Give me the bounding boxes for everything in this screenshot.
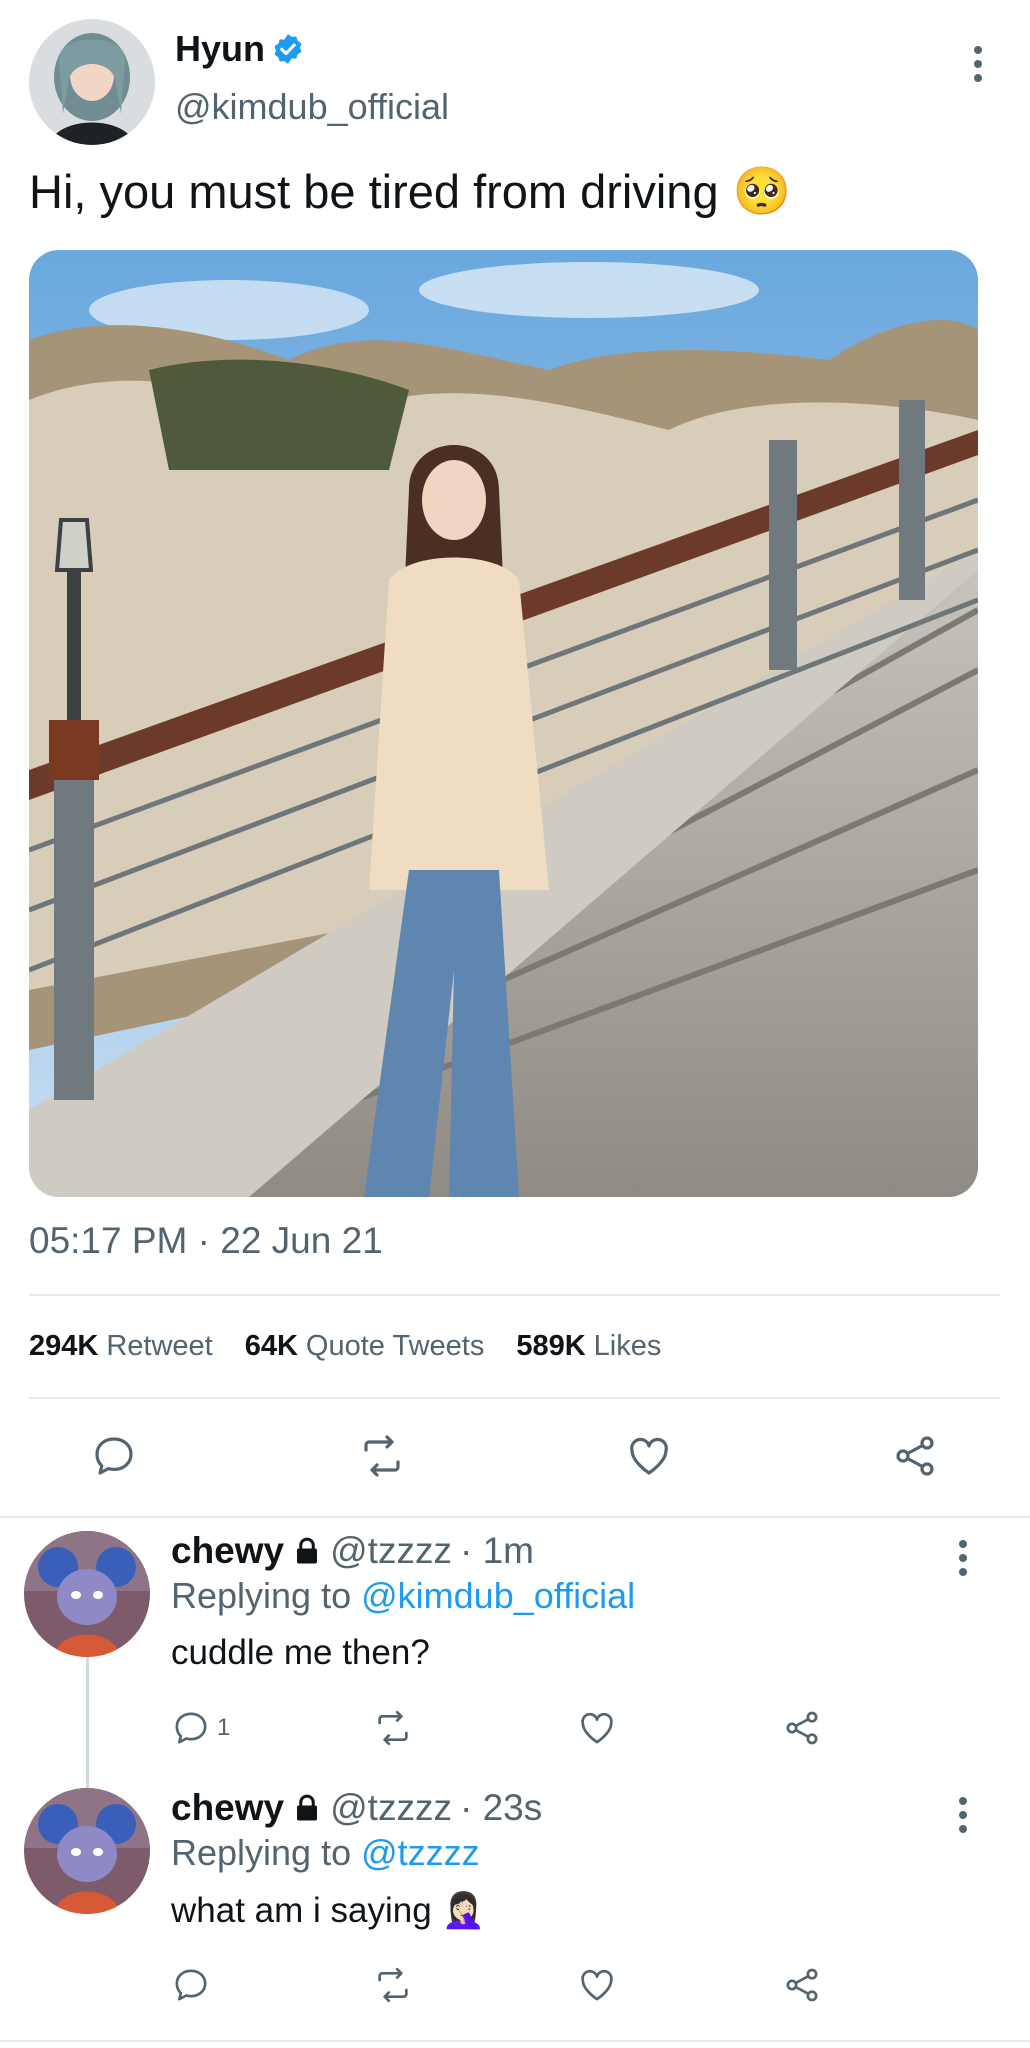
- share-icon[interactable]: [885, 1426, 945, 1486]
- reply-author-handle[interactable]: @tzzzz: [330, 1530, 452, 1572]
- reply-count: 1: [217, 1714, 231, 1741]
- tweet-text: Hi, you must be tired from driving: [29, 165, 719, 218]
- reply-text: what am i saying: [171, 1890, 432, 1930]
- retweet-icon[interactable]: [371, 1960, 431, 2010]
- retweet-stat[interactable]: 294K Retweet: [29, 1330, 213, 1363]
- replying-to-label: Replying to: [171, 1575, 352, 1616]
- reply-author-name[interactable]: chewy: [171, 1787, 284, 1829]
- thread-line: [86, 1655, 89, 1790]
- divider: [29, 1294, 1000, 1296]
- tweet-photo[interactable]: [29, 250, 978, 1197]
- reply-avatar[interactable]: [24, 1531, 150, 1657]
- tweet-stats: 294K Retweet 64K Quote Tweets 589K Likes: [29, 1330, 661, 1363]
- author-name[interactable]: Hyun: [175, 28, 265, 70]
- reply-author-handle[interactable]: @tzzzz: [330, 1787, 452, 1829]
- more-icon[interactable]: [959, 1797, 967, 1833]
- lock-icon: [292, 1535, 322, 1567]
- reply-icon[interactable]: 1: [171, 1703, 231, 1753]
- replying-to-label: Replying to: [171, 1832, 352, 1873]
- share-icon[interactable]: [781, 1703, 841, 1753]
- section-divider: [0, 1516, 1030, 1518]
- replying-to: Replying to @kimdub_official: [171, 1575, 635, 1617]
- like-icon[interactable]: [576, 1960, 636, 2010]
- reply-text-row: cuddle me then?: [171, 1633, 430, 1673]
- author-avatar[interactable]: [29, 19, 155, 145]
- reply-header: chewy @tzzzz · 23s: [171, 1787, 542, 1829]
- quote-tweets-stat[interactable]: 64K Quote Tweets: [245, 1330, 485, 1363]
- like-icon[interactable]: [619, 1426, 679, 1486]
- reply-icon[interactable]: [171, 1960, 231, 2010]
- reply-avatar[interactable]: [24, 1788, 150, 1914]
- reply-time[interactable]: · 23s: [460, 1787, 542, 1829]
- facepalm-emoji: 🤦🏻‍♀️: [441, 1891, 486, 1931]
- reply-text-row: what am i saying 🤦🏻‍♀️: [171, 1890, 486, 1932]
- author-handle[interactable]: @kimdub_official: [175, 86, 449, 128]
- replying-to: Replying to @tzzzz: [171, 1832, 480, 1874]
- reply-time[interactable]: · 1m: [460, 1530, 534, 1572]
- reply-text: cuddle me then?: [171, 1633, 430, 1672]
- reply-icon[interactable]: [84, 1426, 144, 1486]
- likes-stat[interactable]: 589K Likes: [516, 1330, 661, 1363]
- author-name-row[interactable]: Hyun: [175, 28, 305, 70]
- tweet-timestamp[interactable]: 05:17 PM · 22 Jun 21: [29, 1220, 383, 1262]
- more-icon[interactable]: [959, 1540, 967, 1576]
- pleading-face-emoji: 🥺: [732, 164, 792, 219]
- divider: [29, 1397, 1000, 1399]
- retweet-icon[interactable]: [352, 1426, 412, 1486]
- lock-icon: [292, 1792, 322, 1824]
- replying-to-handle[interactable]: @kimdub_official: [361, 1575, 635, 1616]
- like-icon[interactable]: [576, 1703, 636, 1753]
- reply-author-name[interactable]: chewy: [171, 1530, 284, 1572]
- share-icon[interactable]: [781, 1960, 841, 2010]
- reply-header: chewy @tzzzz · 1m: [171, 1530, 534, 1572]
- verified-badge-icon: [271, 32, 305, 66]
- retweet-icon[interactable]: [371, 1703, 431, 1753]
- section-divider: [0, 2040, 1030, 2042]
- more-icon[interactable]: [974, 46, 982, 82]
- tweet-text-row: Hi, you must be tired from driving 🥺: [29, 164, 791, 219]
- replying-to-handle[interactable]: @tzzzz: [361, 1832, 480, 1873]
